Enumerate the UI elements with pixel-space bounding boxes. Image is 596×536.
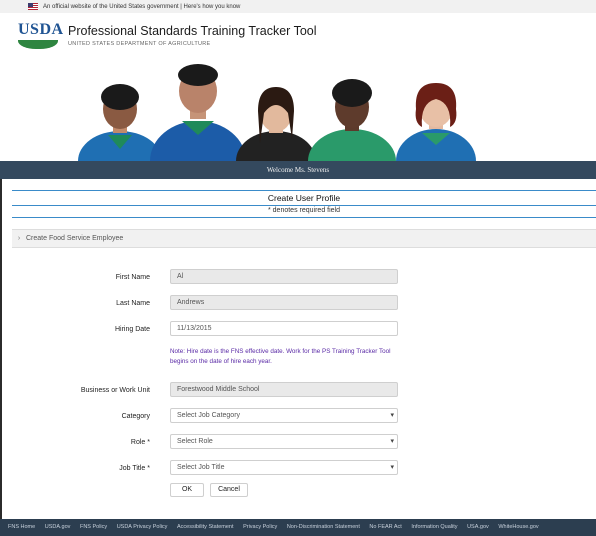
hire-date-label: Hiring Date bbox=[114, 326, 150, 333]
first-name-label: First Name bbox=[115, 274, 150, 281]
job-title-select[interactable]: Select Job Title ▾ bbox=[170, 460, 398, 475]
section-header[interactable]: › Create Food Service Employee bbox=[12, 229, 596, 248]
role-select[interactable]: Select Role ▾ bbox=[170, 434, 398, 449]
usda-logo-text: USDA bbox=[18, 21, 64, 38]
chevron-right-icon: › bbox=[17, 235, 21, 242]
chevron-down-icon: ▾ bbox=[390, 464, 394, 471]
staff-photo-banner bbox=[78, 64, 476, 161]
cancel-button[interactable]: Cancel bbox=[210, 483, 248, 497]
app-subtitle: UNITED STATES DEPARTMENT OF AGRICULTURE bbox=[68, 41, 211, 47]
first-name-field[interactable]: Al bbox=[170, 269, 398, 284]
category-select-value: Select Job Category bbox=[177, 412, 241, 419]
business-unit-field[interactable]: Forestwood Middle School bbox=[170, 382, 398, 397]
footer-link[interactable]: FNS Policy bbox=[80, 524, 107, 530]
footer-link[interactable]: FNS Home bbox=[8, 524, 35, 530]
footer-link[interactable]: Information Quality bbox=[411, 524, 457, 530]
us-flag-icon bbox=[28, 3, 38, 10]
welcome-text[interactable]: Welcome Ms. Stevens bbox=[267, 166, 329, 174]
footer-link[interactable]: WhiteHouse.gov bbox=[498, 524, 538, 530]
person-2 bbox=[150, 64, 246, 161]
gov-banner-text[interactable]: An official website of the United States… bbox=[43, 4, 240, 10]
footer-link[interactable]: USDA.gov bbox=[45, 524, 71, 530]
hire-date-input[interactable]: 11/13/2015 bbox=[170, 321, 398, 336]
job-title-label: Job Title * bbox=[119, 465, 150, 472]
site-header: USDA Professional Standards Training Tra… bbox=[0, 13, 596, 161]
role-select-value: Select Role bbox=[177, 438, 213, 445]
usda-swoosh-icon bbox=[18, 40, 58, 49]
site-footer: FNS Home USDA.gov FNS Policy USDA Privac… bbox=[0, 519, 596, 536]
category-select[interactable]: Select Job Category ▾ bbox=[170, 408, 398, 423]
footer-link[interactable]: USA.gov bbox=[467, 524, 489, 530]
person-5 bbox=[396, 83, 476, 161]
business-unit-label: Business or Work Unit bbox=[80, 387, 150, 394]
person-3 bbox=[236, 87, 316, 161]
job-title-select-value: Select Job Title bbox=[177, 464, 225, 471]
gov-banner: An official website of the United States… bbox=[0, 0, 596, 14]
welcome-bar: Welcome Ms. Stevens bbox=[0, 161, 596, 179]
person-4 bbox=[308, 79, 396, 161]
footer-link[interactable]: Accessibility Statement bbox=[177, 524, 234, 530]
hire-date-hint: Note: Hire date is the FNS effective dat… bbox=[170, 348, 391, 365]
footer-link[interactable]: Non-Discrimination Statement bbox=[287, 524, 360, 530]
last-name-label: Last Name bbox=[116, 300, 150, 307]
ok-button[interactable]: OK bbox=[170, 483, 204, 497]
app-title: Professional Standards Training Tracker … bbox=[68, 24, 317, 38]
category-label: Category bbox=[121, 413, 150, 420]
footer-link[interactable]: Privacy Policy bbox=[243, 524, 277, 530]
required-note: * denotes required field bbox=[12, 205, 596, 218]
chevron-down-icon: ▾ bbox=[390, 412, 394, 419]
footer-link[interactable]: USDA Privacy Policy bbox=[117, 524, 168, 530]
role-label: Role * bbox=[130, 439, 150, 446]
chevron-down-icon: ▾ bbox=[390, 438, 394, 445]
section-label: Create Food Service Employee bbox=[26, 235, 124, 242]
page-title: Create User Profile bbox=[12, 190, 596, 206]
usda-logo[interactable]: USDA bbox=[18, 21, 64, 53]
person-1 bbox=[78, 84, 162, 161]
last-name-field[interactable]: Andrews bbox=[170, 295, 398, 310]
footer-link[interactable]: No FEAR Act bbox=[369, 524, 401, 530]
